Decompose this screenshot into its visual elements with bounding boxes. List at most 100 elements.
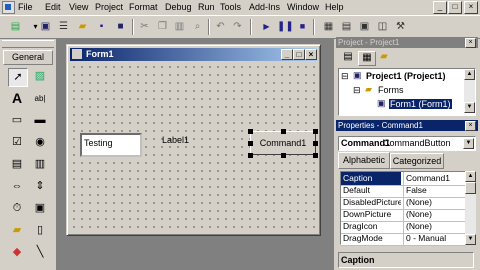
property-value[interactable]: 0 - Manual [403, 232, 466, 245]
menu-help[interactable]: Help [325, 1, 344, 13]
undo-icon[interactable]: ↶ [213, 19, 228, 34]
scroll-thumb[interactable] [465, 182, 476, 194]
form-node-icon: ▣ [377, 98, 386, 108]
restore-button[interactable]: □ [448, 1, 462, 14]
minimize-button[interactable]: _ [433, 1, 447, 14]
properties-scrollbar[interactable]: ▲ ▼ [465, 171, 476, 245]
shape-tool-icon[interactable]: ◆ [8, 244, 26, 261]
project-scrollbar[interactable]: ▲ ▼ [464, 69, 475, 113]
project-explorer-icon[interactable]: ▦ [321, 19, 336, 34]
scroll-down-icon[interactable]: ▼ [464, 102, 475, 113]
toolbox-grip[interactable] [2, 40, 54, 48]
checkbox-tool-icon[interactable]: ☑ [8, 134, 26, 151]
save-all-icon[interactable]: ■ [113, 19, 128, 34]
optionbutton-tool-icon[interactable]: ◉ [31, 134, 49, 151]
commandbutton-tool-icon[interactable]: ▬ [31, 112, 49, 129]
object-browser-icon[interactable]: ◫ [375, 19, 390, 34]
form-layout-icon[interactable]: ▣ [357, 19, 372, 34]
property-description: Caption [338, 252, 474, 268]
open-icon[interactable]: ▰ [75, 19, 90, 34]
vb-app-icon[interactable] [2, 1, 15, 14]
menu-format[interactable]: Format [129, 1, 158, 13]
form-close-button[interactable]: × [305, 49, 317, 60]
tab-alphabetic[interactable]: Alphabetic [338, 152, 390, 169]
menu-add-ins[interactable]: Add-Ins [249, 1, 280, 13]
properties-panel: Properties - Command1 × Command1 Command… [336, 120, 478, 270]
properties-window-icon[interactable]: ▤ [339, 19, 354, 34]
view-code-icon[interactable]: ▤ [340, 51, 356, 64]
command-button-command1[interactable]: Command1 [250, 131, 316, 155]
form-minimize-button[interactable]: _ [281, 49, 293, 60]
resize-handle[interactable] [248, 141, 253, 146]
tree-collapse-icon[interactable]: ⊟ [341, 71, 349, 82]
scroll-up-icon[interactable]: ▲ [464, 69, 475, 80]
vscrollbar-tool-icon[interactable]: ⇕ [31, 178, 49, 195]
project-panel-title[interactable]: Project - Project1 [336, 37, 478, 48]
listbox-tool-icon[interactable]: ▥ [31, 156, 49, 173]
add-project-icon[interactable]: ▤ [8, 19, 23, 34]
resize-handle[interactable] [313, 141, 318, 146]
resize-handle[interactable] [313, 153, 318, 158]
menu-project[interactable]: Project [95, 1, 123, 13]
save-icon[interactable]: ▪ [94, 19, 109, 34]
drivelistbox-tool-icon[interactable]: ▣ [31, 200, 49, 217]
toolbox-general-tab[interactable]: General [3, 50, 53, 65]
form-title-bar[interactable]: Form1 _ □ × [70, 48, 317, 61]
copy-icon[interactable]: ❐ [155, 19, 170, 34]
redo-icon[interactable]: ↷ [230, 19, 245, 34]
form-maximize-button[interactable]: □ [293, 49, 305, 60]
find-icon[interactable]: ⌕ [190, 19, 205, 34]
timer-tool-icon[interactable]: ⏱ [8, 200, 26, 217]
project-close-button[interactable]: × [465, 38, 476, 48]
menu-debug[interactable]: Debug [165, 1, 192, 13]
start-icon[interactable]: ▶ [259, 19, 274, 34]
form-canvas[interactable]: Testing Label1 Command1 [70, 63, 318, 233]
tab-categorized[interactable]: Categorized [390, 153, 444, 169]
menu-view[interactable]: View [69, 1, 88, 13]
menu-edit[interactable]: Edit [45, 1, 61, 13]
label-label1[interactable]: Label1 [162, 135, 189, 145]
end-icon[interactable]: ■ [295, 19, 310, 34]
resize-handle[interactable] [281, 153, 286, 158]
resize-handle[interactable] [248, 153, 253, 158]
resize-handle[interactable] [313, 129, 318, 134]
textbox-text1[interactable]: Testing [80, 133, 142, 157]
add-form-icon[interactable]: ▣ [38, 19, 53, 34]
menu-tools[interactable]: Tools [220, 1, 241, 13]
pointer-tool-icon[interactable]: ➚ [8, 68, 28, 87]
property-row[interactable]: DragMode 0 - Manual [341, 232, 465, 246]
resize-handle[interactable] [281, 129, 286, 134]
frame-tool-icon[interactable]: ▭ [8, 112, 26, 129]
chevron-down-icon[interactable]: ▼ [463, 138, 474, 149]
cut-icon[interactable]: ✂ [137, 19, 152, 34]
toolbox-icon[interactable]: ⚒ [393, 19, 408, 34]
resize-handle[interactable] [248, 129, 253, 134]
line-tool-icon[interactable]: ╲ [31, 244, 49, 261]
tree-form1-node[interactable]: Form1 (Form1) [389, 99, 452, 109]
scroll-up-icon[interactable]: ▲ [465, 171, 476, 182]
properties-panel-title[interactable]: Properties - Command1 [336, 120, 478, 131]
filelistbox-tool-icon[interactable]: ▯ [31, 222, 49, 239]
view-object-icon[interactable]: ▦ [358, 51, 376, 66]
close-button[interactable]: × [464, 1, 478, 14]
textbox-tool-icon[interactable]: ab| [31, 90, 49, 107]
tree-project-root[interactable]: Project1 (Project1) [366, 71, 446, 81]
tree-forms-folder[interactable]: Forms [378, 85, 404, 95]
menu-run[interactable]: Run [198, 1, 215, 13]
label-tool-icon[interactable]: A [8, 90, 26, 107]
break-icon[interactable]: ❚❚ [277, 19, 294, 34]
tree-collapse-icon[interactable]: ⊟ [353, 85, 361, 96]
paste-icon[interactable]: ▥ [172, 19, 187, 34]
toggle-folders-icon[interactable]: ▰ [376, 51, 392, 64]
menu-window[interactable]: Window [287, 1, 319, 13]
hscrollbar-tool-icon[interactable]: ⇔ [8, 178, 26, 195]
dirlistbox-tool-icon[interactable]: ▰ [8, 222, 26, 239]
menu-file[interactable]: File [18, 1, 33, 13]
object-selector[interactable]: Command1 CommandButton ▼ [338, 136, 476, 151]
scroll-down-icon[interactable]: ▼ [465, 234, 476, 245]
form-designer-window[interactable]: Form1 _ □ × Testing Label1 Command1 [66, 44, 321, 236]
menu-editor-icon[interactable]: ☰ [56, 19, 71, 34]
combobox-tool-icon[interactable]: ▤ [8, 156, 26, 173]
picturebox-tool-icon[interactable]: ▨ [31, 68, 49, 85]
properties-close-button[interactable]: × [465, 121, 476, 131]
